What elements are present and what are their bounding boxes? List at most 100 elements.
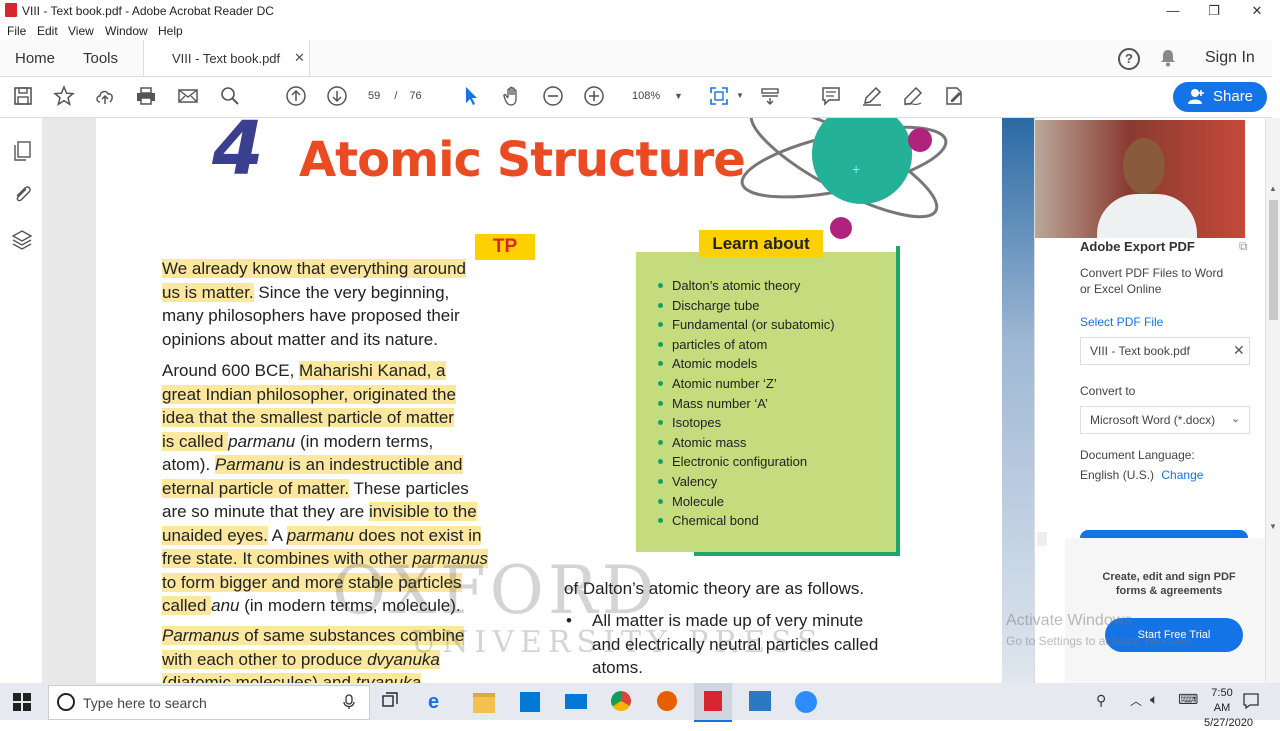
webcam-video-overlay [1035,120,1245,238]
zoom-search-icon[interactable] [219,85,241,107]
firefox-icon[interactable] [657,691,677,711]
scrollbar-thumb[interactable] [1269,200,1278,320]
selected-file-name: VIII - Text book.pdf [1090,344,1190,358]
tab-home[interactable]: Home [15,50,55,67]
people-icon[interactable]: ⚲ [1096,692,1106,709]
chapter-number: 4 [212,118,264,192]
convert-button-partial[interactable] [1080,530,1248,538]
chrome-icon[interactable] [611,691,631,711]
menu-file[interactable]: File [7,24,26,38]
scroll-down-icon[interactable]: ▼ [1269,522,1277,531]
fit-page-icon[interactable] [708,85,730,107]
pane-splitter-handle[interactable] [1037,532,1047,546]
taskbar-search-box[interactable]: Type here to search [48,685,370,720]
para2-line8d: does not exist in [353,525,482,545]
zoom-in-icon[interactable] [583,85,605,107]
title-bar: VIII - Text book.pdf - Adobe Acrobat Rea… [0,0,1280,21]
page-number-field[interactable]: 59 / 76 [368,85,428,107]
notification-bell-icon[interactable] [1160,49,1176,72]
vertical-scrollbar[interactable]: ▲ ▼ [1265,118,1280,683]
sign-in-link[interactable]: Sign In [1205,49,1255,67]
print-icon[interactable] [135,85,157,107]
change-language-link[interactable]: Change [1161,468,1203,482]
pane-pin-icon[interactable]: ⧉ [1239,239,1248,254]
upload-cloud-icon[interactable] [94,85,116,107]
previous-page-icon[interactable] [285,85,307,107]
zoom-out-icon[interactable] [542,85,564,107]
para2-line5b: Parmanu [214,455,284,474]
document-language-value: English (U.S.) [1080,468,1155,482]
microphone-icon[interactable] [343,694,355,713]
acrobat-taskbar-button[interactable] [694,683,732,722]
convert-format-dropdown[interactable]: Microsoft Word (*.docx) ⌄ [1080,406,1250,434]
para2-line5a: atom). [162,455,215,474]
mail-icon[interactable] [565,694,587,709]
toolbar: 59 / 76 108% ▼ ▼ Share [0,77,1272,118]
promo-section: Create, edit and sign PDF forms & agreem… [1065,538,1273,683]
menu-view[interactable]: View [68,24,94,38]
comment-icon[interactable] [820,85,842,107]
star-icon[interactable] [53,85,75,107]
zoom-level-dropdown[interactable]: 108% ▼ [626,85,686,107]
remove-file-icon[interactable]: ✕ [1233,342,1245,359]
tab-tools[interactable]: Tools [83,50,118,67]
learn-item: Molecule [658,492,835,512]
minimize-button[interactable]: — [1151,0,1195,21]
draw-pen-icon[interactable] [902,85,924,107]
fit-page-chevron-icon[interactable]: ▼ [729,85,751,107]
left-navigation-pane: ◀ [0,118,55,683]
action-center-icon[interactable] [1242,692,1260,713]
next-page-icon[interactable] [326,85,348,107]
share-person-icon [1187,82,1205,123]
menu-edit[interactable]: Edit [37,24,58,38]
language-icon[interactable]: ⌨︎ [1178,691,1198,708]
chevron-down-icon: ⌄ [1231,413,1241,425]
select-pdf-file-link[interactable]: Select PDF File [1080,315,1163,329]
selected-file-field[interactable]: VIII - Text book.pdf ✕ [1080,337,1250,365]
windows-start-icon[interactable] [13,693,31,714]
share-button[interactable]: Share [1173,82,1267,112]
windows-taskbar: Type here to search e ⚲ ︿ 🔈︎ ⌨︎ 7:50 AM … [0,683,1280,729]
scroll-mode-icon[interactable] [759,85,781,107]
para1-line4: opinions about matter and its nature. [162,329,438,349]
email-icon[interactable] [177,85,199,107]
tab-document-label: VIII - Text book.pdf [172,51,281,66]
scroll-up-icon[interactable]: ▲ [1269,184,1277,193]
document-viewport[interactable]: ▶ 4 Atomic Structure + TP We already kno… [42,118,1034,683]
export-description: Convert PDF Files to Word or Excel Onlin… [1080,265,1223,297]
para2-line11a: called [162,596,212,615]
highlight-pen-icon[interactable] [861,85,883,107]
store-icon[interactable] [520,692,540,712]
para2-line3: idea that the smallest particle of matte… [162,408,454,427]
photos-icon[interactable] [749,691,771,711]
current-page[interactable]: 59 [368,90,380,102]
close-window-button[interactable]: ✕ [1235,0,1279,21]
task-view-icon[interactable] [381,692,399,713]
tab-close-button[interactable]: ✕ [294,50,305,66]
menu-help[interactable]: Help [158,24,183,38]
cortana-circle-icon [57,693,75,711]
show-hidden-icons-icon[interactable]: ︿ [1130,692,1142,709]
fill-sign-icon[interactable] [943,85,965,107]
edge-browser-icon[interactable]: e [428,691,450,713]
restore-button[interactable]: ❐ [1192,0,1236,21]
learn-item-continued: particles of atom [658,335,835,355]
select-cursor-icon[interactable] [460,85,482,107]
system-clock[interactable]: 7:50 AM 5/27/2020 [1204,686,1253,731]
page-thumbnails-icon[interactable] [12,140,32,165]
learn-item: Dalton’s atomic theory [658,276,835,296]
para2-line7a: are so minute that they are [162,502,369,521]
watermark-oxford: OXFORD [332,552,659,629]
layers-icon[interactable] [11,228,33,253]
learn-item: Fundamental (or subatomic) [658,315,835,335]
hand-tool-icon[interactable] [501,85,523,107]
zoom-meetings-icon[interactable] [795,691,817,713]
attachment-paperclip-icon[interactable] [12,183,32,208]
help-icon[interactable]: ? [1118,48,1140,70]
menu-window[interactable]: Window [105,24,148,38]
file-explorer-icon[interactable] [473,693,495,713]
volume-icon[interactable]: 🔈︎ [1150,691,1158,708]
save-icon[interactable] [12,85,34,107]
menu-bar: File Edit View Window Help [0,21,1280,40]
tab-document[interactable]: VIII - Text book.pdf ✕ [143,40,310,76]
